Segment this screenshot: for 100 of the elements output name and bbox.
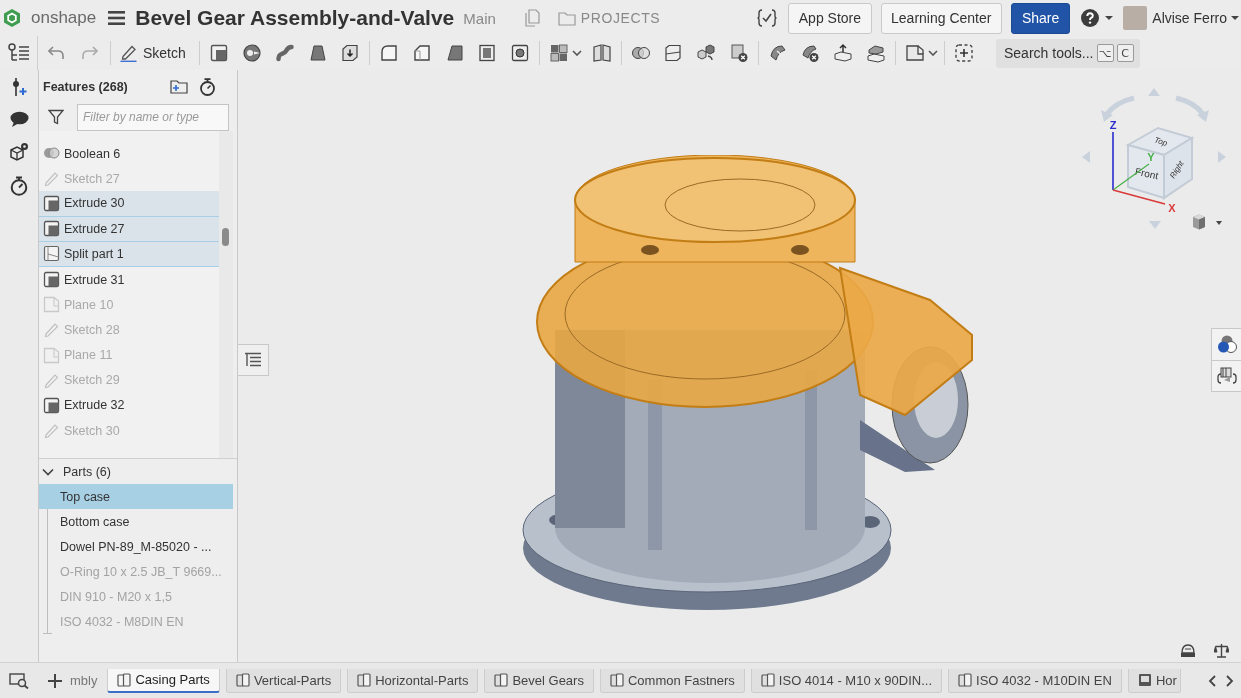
tree-toggle-button[interactable]	[238, 344, 269, 376]
wedge-icon[interactable]	[444, 43, 465, 63]
feature-item[interactable]: Split part 1	[39, 241, 219, 267]
shortcut-key: ⌥	[1096, 44, 1114, 62]
chevron-right-icon[interactable]	[1226, 674, 1234, 687]
scrollbar-track[interactable]	[219, 131, 233, 458]
shaded-cube-icon[interactable]	[1192, 214, 1206, 230]
part-studio-icon	[117, 672, 132, 687]
part-studio-icon	[760, 673, 775, 687]
disc-icon[interactable]	[242, 43, 262, 63]
chamfer-corner-icon[interactable]	[411, 43, 432, 63]
document-icon	[1137, 673, 1152, 687]
block-icon[interactable]	[209, 43, 230, 63]
stopwatch-icon[interactable]	[199, 77, 216, 96]
document-tab[interactable]: Common Fastners	[599, 668, 745, 693]
part-item[interactable]: Dowel PN-89_M-85020 - ...	[39, 534, 233, 559]
hole-box-icon[interactable]	[510, 43, 531, 63]
folder-icon	[557, 10, 576, 26]
shortcut-key: C	[1116, 44, 1134, 62]
pencil-icon	[43, 321, 60, 339]
surface-icon[interactable]	[767, 43, 788, 63]
feature-item[interactable]: Extrude 27	[39, 216, 219, 242]
color-circles-icon[interactable]	[1216, 334, 1237, 355]
cube-arrow-icon[interactable]	[340, 43, 361, 63]
document-title: Bevel Gear Assembly-and-Valve	[135, 6, 455, 30]
document-tab[interactable]: Casing Parts	[107, 668, 220, 693]
feature-tree-icon[interactable]	[7, 43, 30, 63]
cubes-icon[interactable]	[696, 43, 717, 63]
search-tools-button[interactable]: Search tools... ⌥ C	[996, 38, 1140, 68]
comment-icon[interactable]	[9, 111, 29, 127]
document-tab[interactable]: Hor	[1127, 668, 1181, 693]
sheet-icon	[43, 245, 60, 263]
split-sheet-icon[interactable]	[663, 43, 684, 63]
block-icon	[43, 220, 60, 238]
header-button[interactable]: Learning Center	[880, 2, 1002, 34]
grid-icon[interactable]	[549, 43, 569, 63]
part-item[interactable]: Top case	[39, 484, 233, 509]
header-button[interactable]: App Store	[788, 2, 872, 34]
folded-sheet-icon[interactable]	[904, 43, 925, 63]
feature-item[interactable]: Extrude 31	[39, 266, 219, 293]
sketch-button[interactable]: Sketch	[119, 44, 187, 62]
axis-label: Z	[1109, 119, 1117, 131]
chevron-icon	[42, 467, 54, 476]
part-braces-icon[interactable]	[1216, 365, 1237, 386]
caret-icon[interactable]	[1216, 221, 1222, 225]
cube-face-label[interactable]: Front	[1134, 165, 1160, 182]
box-delete-icon[interactable]	[728, 43, 749, 63]
plus-icon[interactable]	[48, 673, 62, 688]
pipe-icon[interactable]	[274, 43, 295, 63]
document-tab[interactable]: Bevel Gears	[484, 668, 594, 693]
book-icon[interactable]	[591, 43, 612, 63]
caret-icon[interactable]	[572, 50, 583, 56]
dashed-plus-icon[interactable]	[953, 43, 974, 63]
filter-icon[interactable]	[48, 109, 64, 125]
part-studio-icon	[357, 673, 372, 687]
logo-text[interactable]: onshape	[31, 8, 97, 28]
document-tab[interactable]: ISO 4014 - M10 x 90DIN...	[750, 668, 943, 693]
frustum-icon[interactable]	[307, 43, 328, 63]
document-tab[interactable]: Horizontal-Parts	[347, 668, 479, 693]
dome-icon[interactable]	[1180, 643, 1196, 658]
window-search-icon[interactable]	[9, 672, 29, 689]
feature-item[interactable]: Extrude 32	[39, 392, 219, 419]
chevron-left-icon[interactable]	[1208, 674, 1216, 687]
filter-field[interactable]: Filter by name or type	[77, 103, 229, 131]
shell-box-icon[interactable]	[477, 43, 498, 63]
part-studio-icon	[609, 673, 624, 687]
part-studio-icon	[958, 673, 973, 687]
undo-icon[interactable]	[48, 46, 64, 60]
document-tab[interactable]: Vertical-Parts	[225, 668, 342, 693]
branch-label: Main	[463, 9, 496, 27]
document-tab[interactable]: ISO 4032 - M10DIN EN	[948, 668, 1122, 693]
folded-sheet-icon	[43, 296, 60, 314]
stacked-trays-icon[interactable]	[866, 43, 887, 63]
braces-check-icon[interactable]	[757, 8, 778, 28]
feature-item[interactable]: Extrude 30	[39, 191, 219, 217]
hexagon-logo-icon[interactable]	[4, 9, 20, 27]
tray-arrow-icon[interactable]	[833, 43, 854, 63]
parts-section-toggle[interactable]: Parts (6)	[39, 459, 111, 484]
cube-gear-icon[interactable]	[9, 142, 29, 161]
surface-delete-icon[interactable]	[800, 43, 821, 63]
panel-title: Features (268)	[43, 79, 129, 94]
balance-scale-icon[interactable]	[1214, 643, 1229, 659]
caret-icon[interactable]	[1231, 16, 1239, 20]
folder-plus-icon[interactable]	[170, 79, 188, 94]
cube-face-label[interactable]: Top	[1153, 135, 1169, 148]
block-icon	[43, 271, 60, 289]
rounded-corner-icon[interactable]	[379, 43, 400, 63]
part-item[interactable]: Bottom case	[39, 509, 233, 534]
scrollbar-thumb[interactable]	[222, 228, 229, 246]
caret-icon[interactable]	[928, 50, 939, 56]
node-plus-icon[interactable]	[10, 78, 28, 96]
feature-item[interactable]: Boolean 6	[39, 141, 219, 167]
menu-icon[interactable]	[108, 11, 126, 25]
stopwatch-icon[interactable]	[10, 176, 28, 196]
help-icon[interactable]	[1081, 9, 1100, 27]
user-name[interactable]: Alvise Ferro	[1152, 10, 1227, 26]
caret-icon[interactable]	[1105, 16, 1114, 20]
pencil-icon	[43, 422, 60, 440]
share-button[interactable]: Share	[1010, 2, 1071, 34]
axis-label: Y	[1147, 151, 1155, 163]
